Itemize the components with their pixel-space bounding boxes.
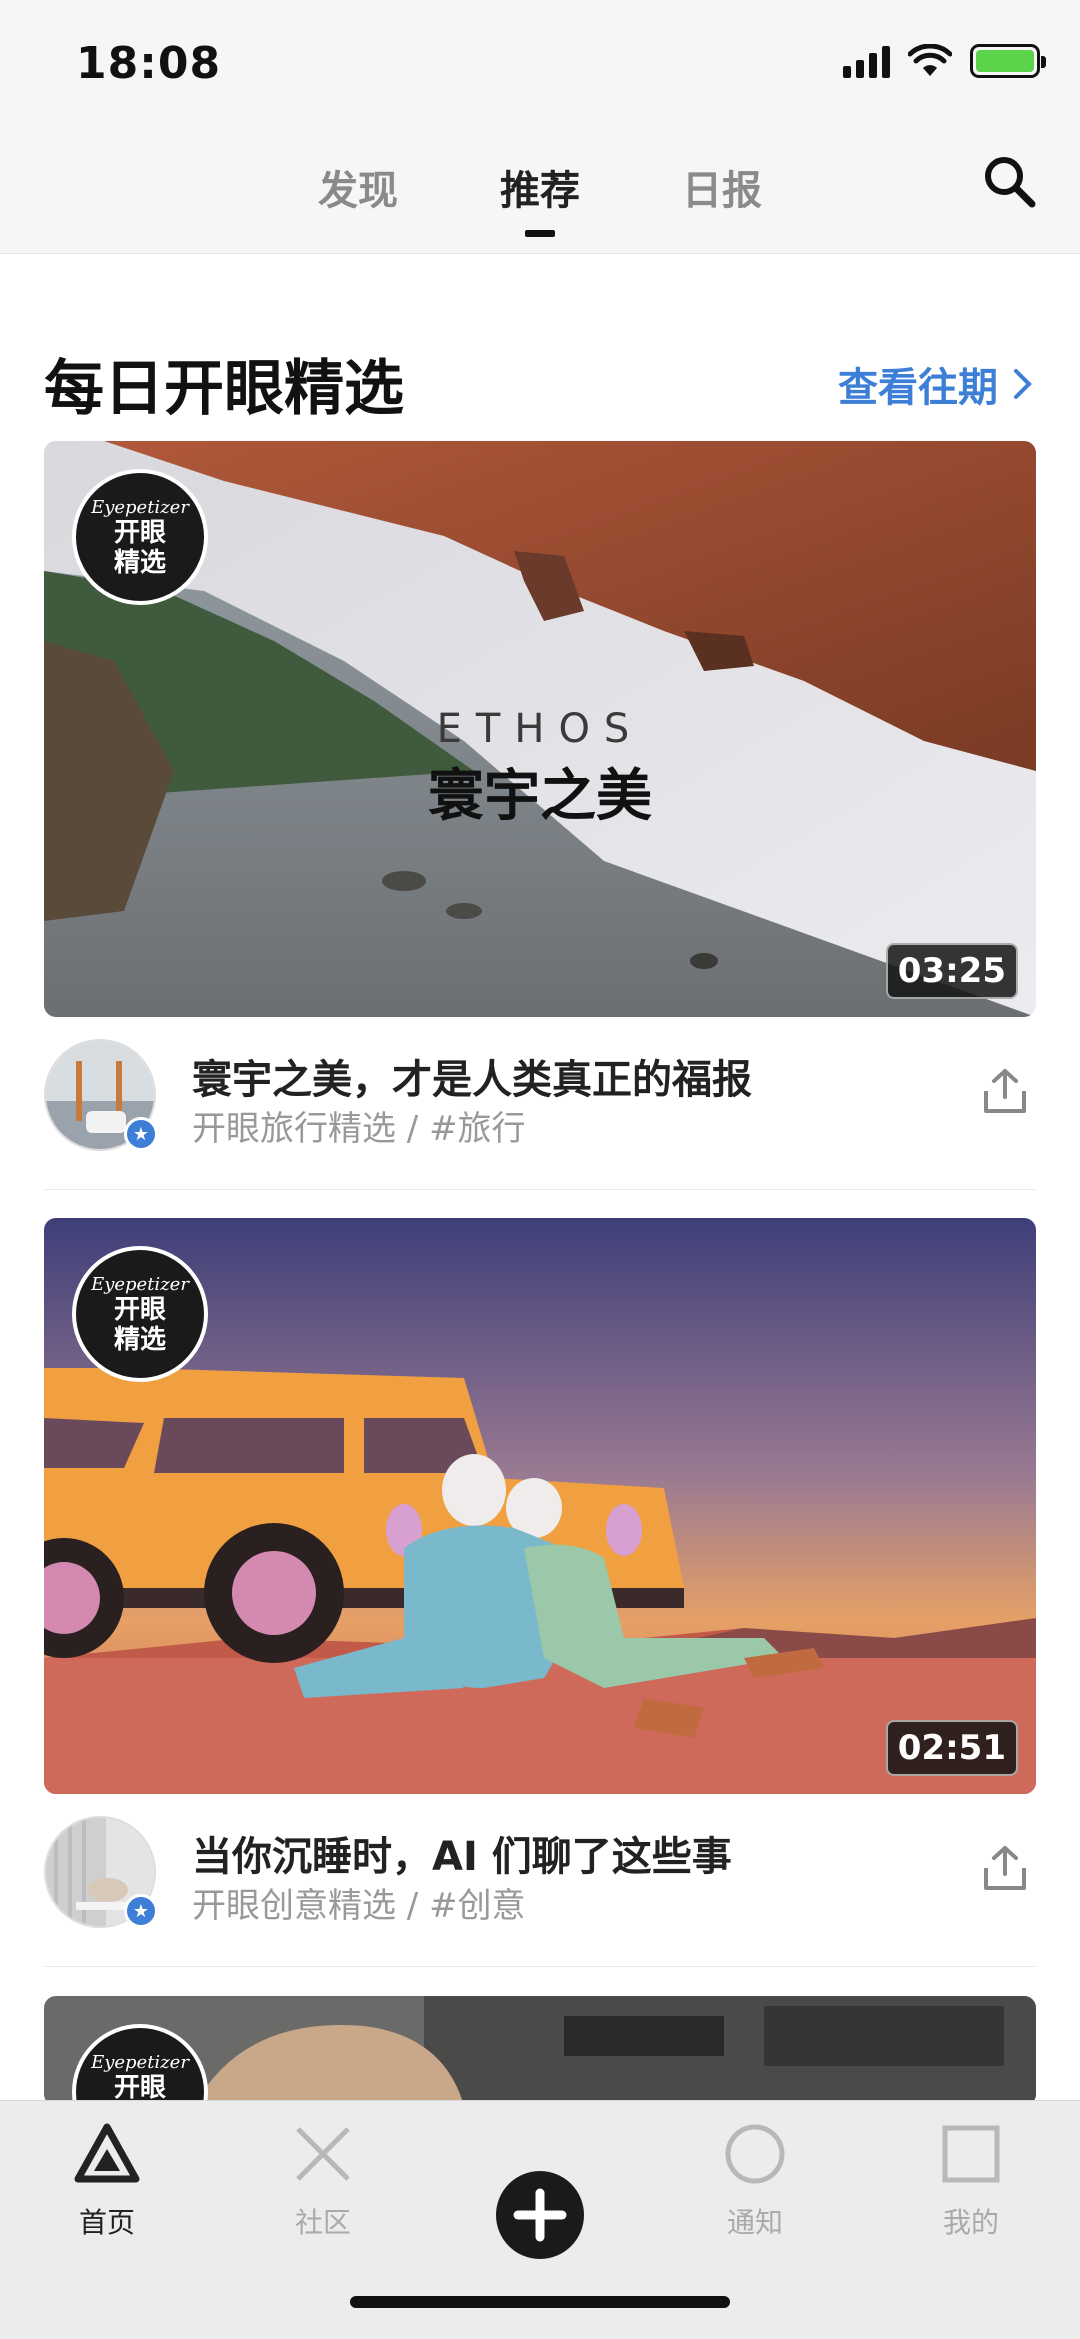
triangle-icon xyxy=(74,2123,140,2183)
status-bar: 18:08 xyxy=(0,0,1080,130)
badge-brand: Eyepetizer xyxy=(91,1273,189,1295)
verified-star-icon: ★ xyxy=(124,1117,158,1151)
thumbnail-title-en: ETHOS xyxy=(436,706,644,752)
badge-text: 开眼精选 xyxy=(113,517,166,578)
home-indicator xyxy=(350,2296,730,2308)
eyepetizer-badge: Eyepetizer 开眼精选 xyxy=(72,1246,208,1382)
section-title: 每日开眼精选 xyxy=(44,354,404,424)
cross-icon xyxy=(296,2127,350,2181)
circle-icon xyxy=(725,2124,785,2184)
card-divider xyxy=(44,1189,1036,1190)
chevron-right-icon xyxy=(1014,369,1032,399)
tab-profile-label: 我的 xyxy=(942,2206,999,2239)
video-category[interactable]: 开眼创意精选 / #创意 xyxy=(192,1878,526,1927)
wifi-icon xyxy=(908,44,952,76)
badge-brand: Eyepetizer xyxy=(91,496,189,518)
status-icons xyxy=(843,44,1046,78)
video-thumbnail[interactable]: Eyepetizer 开眼精选 02:51 xyxy=(44,1218,1036,1794)
status-time: 18:08 xyxy=(76,38,222,89)
video-duration: 03:25 xyxy=(885,943,1018,999)
verified-star-icon: ★ xyxy=(124,1894,158,1928)
video-card[interactable]: Eyepetizer 开眼精选 02:51 ★ 当你沉睡时，AI 们聊了这些事 … xyxy=(44,1218,1036,1934)
tab-daily[interactable]: 日报 xyxy=(682,158,762,216)
eyepetizer-badge: Eyepetizer 开眼精选 xyxy=(72,469,208,605)
tab-community[interactable]: 社区 xyxy=(253,2119,393,2241)
battery-icon xyxy=(970,44,1046,78)
tab-home-label: 首页 xyxy=(78,2206,135,2239)
video-duration: 02:51 xyxy=(885,1720,1018,1776)
square-icon xyxy=(942,2125,1000,2183)
view-past-label: 查看往期 xyxy=(838,365,998,411)
video-thumbnail[interactable]: ETHOS 寰宇之美 Eyepetizer 开眼精选 03:25 xyxy=(44,441,1036,1017)
tab-profile[interactable]: 我的 xyxy=(901,2119,1041,2241)
tab-notifications[interactable]: 通知 xyxy=(685,2119,825,2241)
video-card[interactable]: ETHOS 寰宇之美 Eyepetizer 开眼精选 03:25 ★ 寰宇之美，… xyxy=(44,441,1036,1157)
tab-community-label: 社区 xyxy=(294,2206,351,2239)
video-card[interactable]: Eyepetizer 开眼精选 xyxy=(44,1996,1036,2106)
plus-icon xyxy=(513,2188,567,2242)
badge-brand: Eyepetizer xyxy=(91,2051,189,2073)
add-button[interactable] xyxy=(496,2171,584,2259)
search-icon[interactable] xyxy=(980,152,1040,212)
video-meta: ★ 当你沉睡时，AI 们聊了这些事 开眼创意精选 / #创意 xyxy=(44,1794,1036,1934)
tab-recommend[interactable]: 推荐 xyxy=(500,158,580,216)
thumbnail-title-cn: 寰宇之美 xyxy=(428,763,652,829)
tab-discover[interactable]: 发现 xyxy=(318,158,398,216)
top-nav: 发现 推荐 日报 xyxy=(0,130,1080,254)
video-meta: ★ 寰宇之美，才是人类真正的福报 开眼旅行精选 / #旅行 xyxy=(44,1017,1036,1157)
view-past-link[interactable]: 查看往期 xyxy=(838,355,1034,413)
tab-notifications-label: 通知 xyxy=(726,2206,783,2239)
card-divider xyxy=(44,1966,1036,1967)
share-icon[interactable] xyxy=(980,1067,1030,1117)
share-icon[interactable] xyxy=(980,1844,1030,1894)
badge-text: 开眼精选 xyxy=(113,1294,166,1355)
video-category[interactable]: 开眼旅行精选 / #旅行 xyxy=(192,1101,526,1150)
video-title[interactable]: 寰宇之美，才是人类真正的福报 xyxy=(192,1047,752,1105)
video-title[interactable]: 当你沉睡时，AI 们聊了这些事 xyxy=(192,1824,732,1882)
video-thumbnail[interactable]: Eyepetizer 开眼精选 xyxy=(44,1996,1036,2106)
tab-home[interactable]: 首页 xyxy=(37,2119,177,2241)
active-tab-indicator xyxy=(525,230,555,237)
signal-icon xyxy=(843,44,890,78)
